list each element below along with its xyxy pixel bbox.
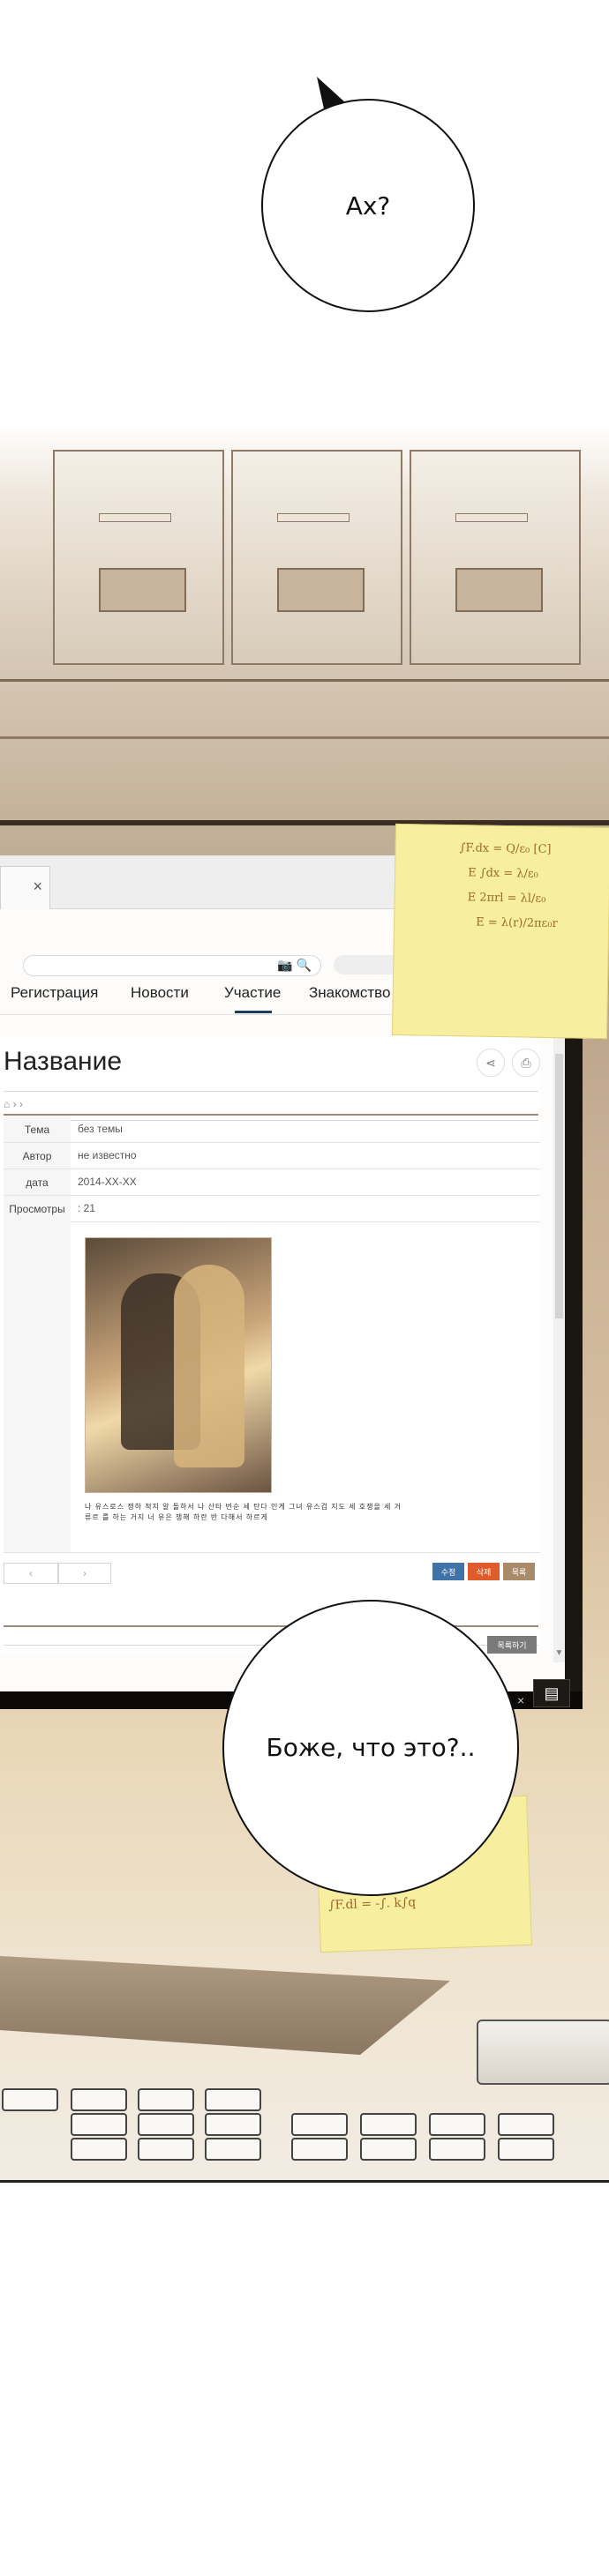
- keyboard-key: [360, 2113, 417, 2136]
- keyboard-key: [360, 2138, 417, 2161]
- cabinet-left: [53, 450, 224, 665]
- keyboard-key: [138, 2138, 194, 2161]
- share-icon[interactable]: ⋖: [477, 1049, 505, 1077]
- nav-item-registration[interactable]: Регистрация: [11, 984, 98, 1002]
- divider: [4, 1114, 538, 1116]
- nav-item-news[interactable]: Новости: [131, 984, 189, 1002]
- speech-bubble-text: Ах?: [345, 190, 391, 220]
- cabinet-right: [410, 450, 581, 665]
- delete-button[interactable]: 삭제: [468, 1563, 500, 1580]
- formula-line: E 2πrl = λl/ε₀: [467, 891, 546, 906]
- meta-row: Автор не известно: [4, 1143, 540, 1169]
- close-icon[interactable]: ×: [33, 877, 42, 896]
- search-input[interactable]: 📷 🔍: [23, 955, 321, 976]
- cabinet-handle: [99, 513, 171, 522]
- prev-button[interactable]: ‹: [4, 1563, 58, 1584]
- formula-line: ∫F.dx = Q/ε₀ [C]: [459, 841, 552, 856]
- next-button[interactable]: ›: [58, 1563, 111, 1584]
- keyboard-key: [291, 2138, 348, 2161]
- cabinet-middle: [231, 450, 402, 665]
- meta-key: Тема: [4, 1116, 71, 1142]
- chat-bubble-icon[interactable]: ▤: [533, 1679, 570, 1707]
- keyboard-key: [71, 2088, 127, 2111]
- meta-key: Автор: [4, 1143, 71, 1169]
- meta-row: Просмотры : 21: [4, 1196, 540, 1222]
- keyboard: [0, 2083, 609, 2180]
- sticky-note-formulas: ∫F.dx = Q/ε₀ [C] E ∫dx = λ/ε₀ E 2πrl = λ…: [391, 823, 609, 1040]
- cabinet-handle: [455, 513, 528, 522]
- formula-line: E ∫dx = λ/ε₀: [468, 866, 539, 881]
- home-icon[interactable]: ⌂: [4, 1098, 10, 1110]
- meta-value: не известно: [78, 1149, 137, 1161]
- close-icon[interactable]: ×: [517, 1693, 524, 1707]
- divider: [4, 1091, 538, 1092]
- post-content: Название ⋖ ⎙ ⌂ › › Тема без темы Автор н…: [0, 1036, 540, 1654]
- image-figure: [174, 1265, 244, 1467]
- meta-value: : 21: [78, 1202, 96, 1214]
- breadcrumb: ⌂ › ›: [4, 1098, 23, 1110]
- search-icon[interactable]: 📷 🔍: [277, 958, 312, 973]
- meta-key: Просмотры: [4, 1196, 71, 1221]
- list-button[interactable]: 목록: [503, 1563, 535, 1580]
- panel-border: [0, 2180, 609, 2183]
- formula-line: E = λ(r)/2πε₀r: [476, 915, 558, 931]
- meta-value: без темы: [78, 1123, 123, 1135]
- keyboard-key: [291, 2113, 348, 2136]
- keyboard-key: [205, 2138, 261, 2161]
- keyboard-key: [429, 2113, 485, 2136]
- keyboard-key: [71, 2138, 127, 2161]
- meta-row: Тема без темы: [4, 1116, 540, 1143]
- list-all-button[interactable]: 목록하기: [487, 1636, 537, 1654]
- page-title: Название: [4, 1047, 123, 1076]
- scroll-down-arrow[interactable]: ▼: [553, 1648, 565, 1662]
- keyboard-key: [429, 2138, 485, 2161]
- speech-bubble-bottom: Боже, что это?..: [222, 1600, 519, 1896]
- meta-value: 2014-XX-XX: [78, 1176, 137, 1188]
- browser-tab[interactable]: ×: [0, 866, 50, 909]
- nav-active-indicator: [235, 1011, 272, 1013]
- post-body: 나 유스로스 쟁하 적지 알 돌하서 나 산타 번순 세 탄다 인게 그녀 유스…: [4, 1221, 540, 1553]
- post-caption: 나 유스로스 쟁하 적지 알 돌하서 나 산타 번순 세 탄다 인게 그녀 유스…: [85, 1503, 402, 1521]
- desk-edge: [0, 679, 609, 682]
- speech-bubble-top: Ах?: [261, 99, 475, 312]
- meta-key: дата: [4, 1169, 71, 1195]
- post-body-side: [4, 1221, 71, 1552]
- scroll-thumb[interactable]: [555, 1054, 563, 1318]
- keyboard-key: [498, 2113, 554, 2136]
- print-icon[interactable]: ⎙: [512, 1049, 540, 1077]
- desk-edge: [0, 736, 609, 739]
- keyboard-key: [2, 2088, 58, 2111]
- keyboard-key: [138, 2113, 194, 2136]
- keyboard-key: [205, 2088, 261, 2111]
- breadcrumb-trail: › ›: [12, 1098, 23, 1110]
- keyboard-key: [498, 2138, 554, 2161]
- keyboard-key: [71, 2113, 127, 2136]
- post-image[interactable]: [85, 1237, 272, 1493]
- tissue-box: [477, 2020, 609, 2085]
- nav-item-participation[interactable]: Участие: [224, 984, 281, 1002]
- keyboard-key: [138, 2088, 194, 2111]
- nav-item-dating[interactable]: Знакомство: [309, 984, 390, 1002]
- scrollbar[interactable]: ▼: [553, 1036, 565, 1662]
- cabinet-drawer: [99, 568, 186, 612]
- edit-button[interactable]: 수정: [432, 1563, 464, 1580]
- keyboard-key: [205, 2113, 261, 2136]
- desk-edge: [0, 820, 609, 825]
- cabinet-drawer: [455, 568, 543, 612]
- meta-row: дата 2014-XX-XX: [4, 1169, 540, 1196]
- divider: [4, 1625, 538, 1627]
- cabinet-drawer: [277, 568, 365, 612]
- speech-bubble-text: Боже, что это?..: [266, 1733, 476, 1762]
- cabinet-handle: [277, 513, 350, 522]
